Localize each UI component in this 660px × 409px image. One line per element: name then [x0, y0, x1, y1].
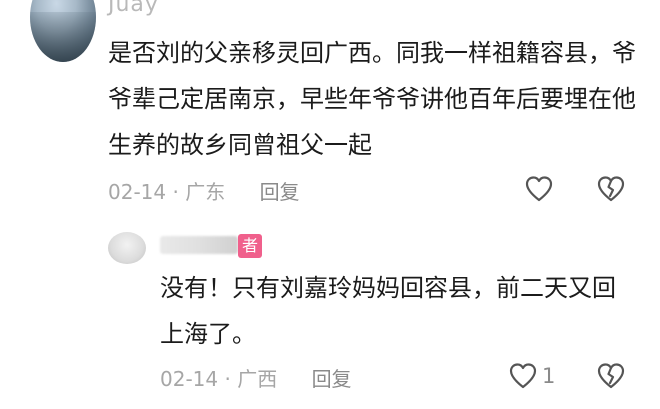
commenter-avatar[interactable] — [30, 0, 96, 62]
reply-text: 没有！只有刘嘉玲妈妈回容县，前二天又回上海了。 — [160, 274, 616, 348]
reply-button[interactable]: 回复 — [260, 180, 300, 204]
reply-date: 02-14 — [160, 367, 219, 391]
dislike-broken-heart-icon[interactable] — [596, 361, 626, 391]
comment-thread: Juay 是否刘的父亲移灵回广西。同我一样祖籍容县，爷爷辈己定居南京，早些年爷爷… — [0, 0, 660, 409]
comment-text: 是否刘的父亲移灵回广西。同我一样祖籍容县，爷爷辈己定居南京，早些年爷爷讲他百年后… — [108, 39, 636, 159]
dislike-broken-heart-icon[interactable] — [596, 174, 626, 204]
meta-separator: · — [172, 180, 179, 204]
like-heart-icon[interactable] — [508, 361, 538, 391]
comment-meta: 02-14 · 广东 回复 — [108, 176, 300, 205]
replier-username-redacted[interactable] — [160, 236, 238, 254]
comment-date: 02-14 — [108, 180, 167, 204]
replier-avatar[interactable] — [108, 232, 146, 264]
author-badge: 者 — [238, 234, 262, 258]
meta-separator: · — [224, 367, 231, 391]
reply-button[interactable]: 回复 — [312, 367, 352, 391]
comment-location: 广东 — [185, 180, 226, 204]
like-heart-icon[interactable] — [524, 174, 554, 204]
commenter-username[interactable]: Juay — [108, 0, 159, 17]
reply-meta: 02-14 · 广西 回复 — [160, 363, 352, 392]
reply-location: 广西 — [237, 367, 278, 391]
like-count: 1 — [542, 364, 556, 388]
